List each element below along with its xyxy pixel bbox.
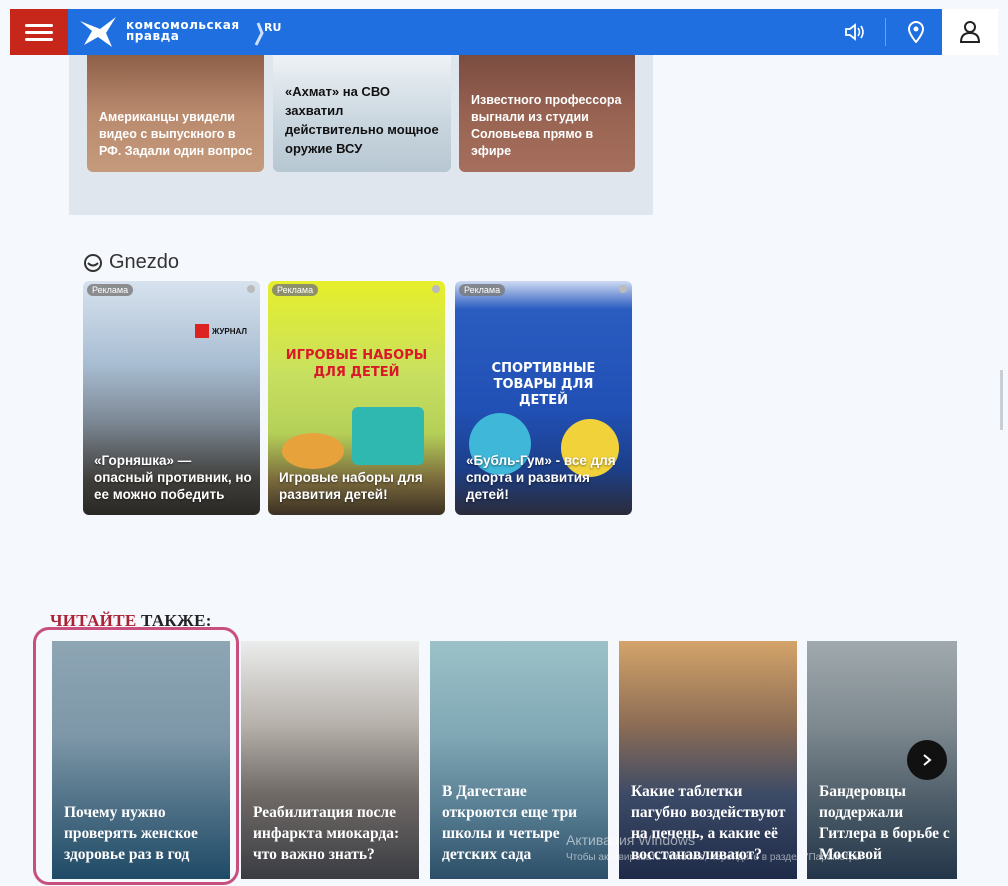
ad-card[interactable]: Реклама ИГРОВЫЕ НАБОРЫ ДЛЯ ДЕТЕЙ Игровые… — [268, 281, 445, 515]
related-news-panel: Американцы увидели видео с выпускного в … — [69, 55, 653, 215]
user-button[interactable] — [942, 9, 998, 55]
news-card[interactable]: Американцы увидели видео с выпускного в … — [87, 55, 264, 172]
news-card-title: Известного профессора выгнали из студии … — [471, 93, 622, 158]
ad-card[interactable]: Реклама ЖУРНАЛ «Горняшка» — опасный прот… — [83, 281, 260, 515]
article-card-title: Реабилитация после инфаркта миокарда: чт… — [253, 804, 400, 863]
ad-label: Реклама — [459, 284, 506, 296]
article-card[interactable]: Реабилитация после инфаркта миокарда: чт… — [241, 641, 419, 879]
ad-info-icon[interactable] — [247, 285, 255, 293]
speaker-icon[interactable] — [841, 18, 869, 46]
logo-star-icon — [80, 17, 116, 47]
ad-card[interactable]: Реклама СПОРТИВНЫЕ ТОВАРЫ ДЛЯ ДЕТЕЙ «Буб… — [455, 281, 632, 515]
news-card[interactable]: «Ахмат» на СВО захватил действительно мо… — [273, 55, 451, 172]
site-logo[interactable]: комсомольская правда RU — [78, 13, 288, 51]
gnezdo-icon — [84, 253, 102, 272]
ad-title: «Горняшка» — опасный противник, но ее мо… — [94, 453, 252, 502]
logo-line-2: правда — [126, 29, 180, 43]
ad-inner-title: ИГРОВЫЕ НАБОРЫ ДЛЯ ДЕТЕЙ — [285, 348, 428, 380]
svg-text:RU: RU — [264, 21, 281, 34]
site-header: комсомольская правда RU — [10, 9, 942, 55]
news-card-title: Американцы увидели видео с выпускного в … — [99, 110, 253, 158]
ad-label: Реклама — [87, 284, 134, 296]
windows-activation-watermark: Активация Windows Чтобы активировать Win… — [566, 832, 869, 863]
ad-title: «Бубль-Гум» - все для спорта и развития … — [466, 453, 616, 502]
chevron-right-icon — [923, 754, 932, 766]
ad-product-image — [352, 407, 424, 465]
ad-info-icon[interactable] — [619, 285, 627, 293]
news-card[interactable]: Известного профессора выгнали из студии … — [459, 55, 635, 172]
ad-info-icon[interactable] — [432, 285, 440, 293]
ad-title: Игровые наборы для развития детей! — [279, 470, 423, 502]
ad-brand-badge: ЖУРНАЛ — [195, 324, 247, 338]
carousel-next-button[interactable] — [907, 740, 947, 780]
user-icon — [959, 21, 981, 43]
highlight-outline — [33, 627, 239, 885]
scrollbar-thumb[interactable] — [1000, 370, 1003, 430]
menu-icon — [25, 24, 53, 27]
gnezdo-logo[interactable]: Gnezdo — [83, 251, 179, 274]
location-pin-icon[interactable] — [902, 18, 930, 46]
menu-button[interactable] — [10, 9, 68, 55]
ad-label: Реклама — [272, 284, 319, 296]
ad-inner-title: СПОРТИВНЫЕ ТОВАРЫ ДЛЯ ДЕТЕЙ — [491, 361, 596, 408]
news-card-title: «Ахмат» на СВО захватил действительно мо… — [285, 84, 439, 156]
ad-product-image — [282, 433, 344, 469]
logo-ru-badge: RU — [254, 21, 281, 46]
